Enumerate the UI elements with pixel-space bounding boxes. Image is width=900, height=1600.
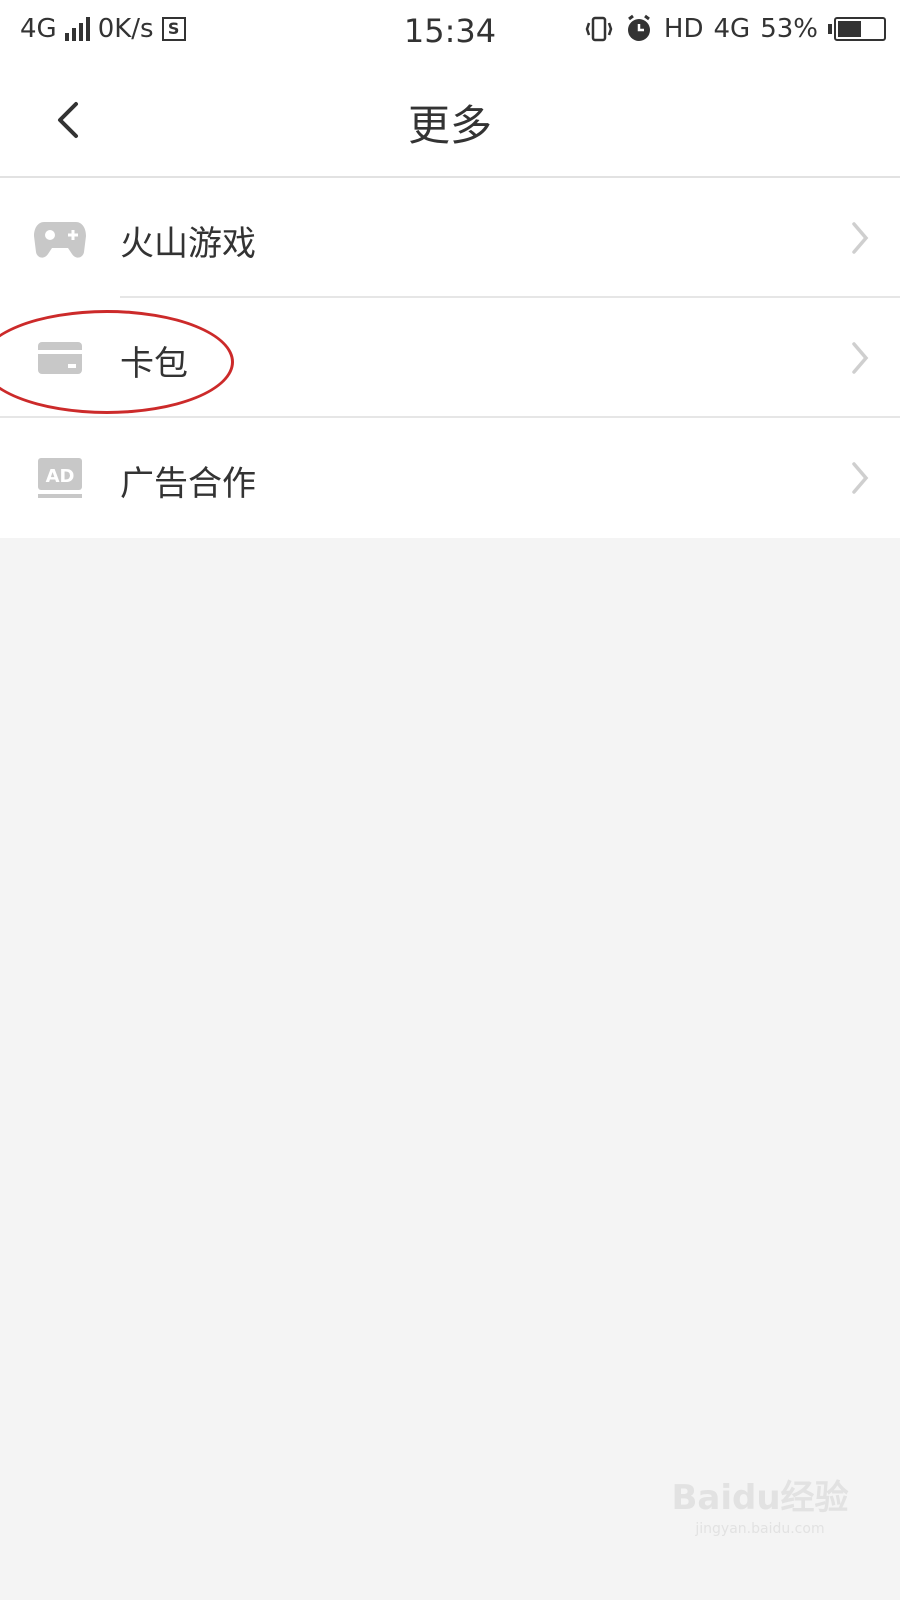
status-bar: 4G 0K/s S 15:34 HD 4G 53% <box>0 0 900 64</box>
watermark-main: Baidu经验 <box>671 1478 849 1518</box>
battery-icon <box>828 17 886 41</box>
more-list: 火山游戏 卡包 AD 广告合作 <box>0 178 900 538</box>
ad-icon: AD <box>38 458 82 498</box>
list-item-card-wallet[interactable]: 卡包 <box>0 298 900 418</box>
list-item-label: 广告合作 <box>120 464 256 504</box>
chevron-right-icon <box>852 462 869 494</box>
gamepad-icon <box>34 222 86 258</box>
list-item-huoshan-game[interactable]: 火山游戏 <box>0 178 900 298</box>
vibrate-icon <box>585 16 613 42</box>
network-type-right: 4G <box>713 14 751 44</box>
svg-text:AD: AD <box>46 466 75 487</box>
hd-indicator: HD <box>663 14 704 44</box>
list-item-ad-cooperation[interactable]: AD 广告合作 <box>0 418 900 538</box>
list-item-label: 火山游戏 <box>120 224 256 264</box>
watermark: Baidu经验 jingyan.baidu.com <box>660 1470 860 1560</box>
nav-header: 更多 <box>0 64 900 178</box>
status-right: HD 4G 53% <box>584 14 886 44</box>
battery-percent: 53% <box>760 14 818 44</box>
card-icon <box>38 342 82 374</box>
chevron-right-icon <box>852 222 869 254</box>
alarm-icon <box>627 14 650 41</box>
page-title: 更多 <box>407 101 492 150</box>
watermark-sub: jingyan.baidu.com <box>695 1521 825 1537</box>
list-item-label: 卡包 <box>120 344 188 384</box>
chevron-right-icon <box>852 342 869 374</box>
